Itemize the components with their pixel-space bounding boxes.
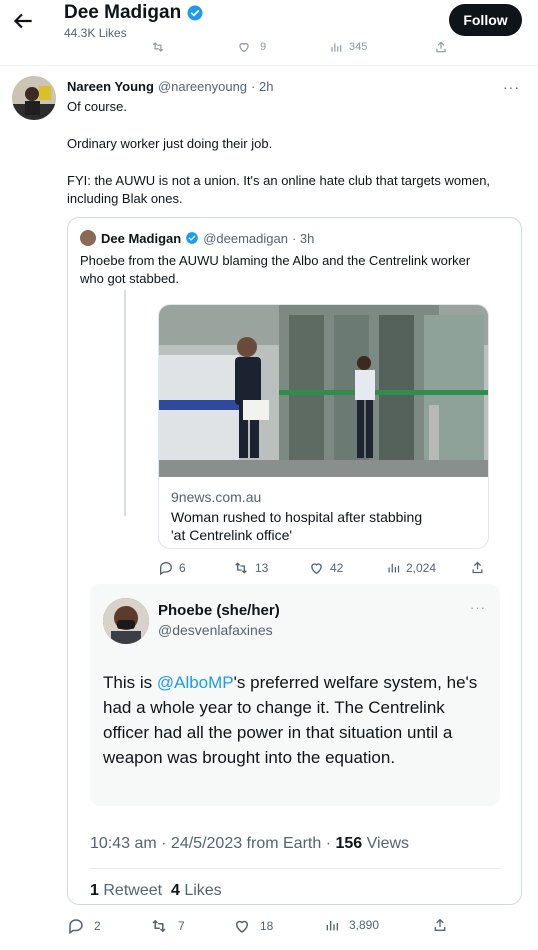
news-photo xyxy=(159,305,488,477)
views-icon xyxy=(326,921,338,931)
top-header: Dee Madigan 44.3K Likes Follow 9 345 xyxy=(0,0,538,66)
reply-icon xyxy=(69,919,83,935)
inner-timestamp: 10:43 am · 24/5/2023 from Earth · 156 Vi… xyxy=(90,835,409,853)
likes-number: 4 xyxy=(170,882,180,899)
verified-badge-icon xyxy=(186,4,204,22)
like-button[interactable]: 18 xyxy=(233,917,273,935)
retweet-button[interactable]: 7 xyxy=(149,917,185,935)
inner-reply: 6 xyxy=(158,560,186,576)
inner-retweet: 13 xyxy=(232,560,268,576)
like-count: 18 xyxy=(260,919,274,933)
retweet-count: 7 xyxy=(178,919,185,933)
likes-count: 44.3K Likes xyxy=(64,26,127,40)
tweet-action-bar: 2 7 18 3,890 xyxy=(67,917,522,937)
card-title-line: Woman rushed to hospital after stabbing xyxy=(171,509,423,525)
tweet-text-line: Of course. xyxy=(67,99,127,114)
inner-avatar xyxy=(103,598,149,644)
views-label: Views xyxy=(366,835,410,852)
reply-button[interactable]: 2 xyxy=(67,917,101,935)
inner-author-handle: @desvenlafaxines xyxy=(158,622,273,638)
link-preview-card: 9news.com.au Woman rushed to hospital af… xyxy=(158,304,489,549)
heart-icon xyxy=(235,920,249,933)
quote-time: · 3h xyxy=(291,230,315,246)
tweet-text-line: Ordinary worker just doing their job. xyxy=(67,136,273,151)
inner-tweet: Phoebe (she/her) @desvenlafaxines ··· Th… xyxy=(90,584,500,806)
inner-more-icon: ··· xyxy=(470,600,486,615)
likes-label: Likes xyxy=(184,882,222,899)
inner-text-before: This is xyxy=(103,673,157,692)
faded-views-count: 345 xyxy=(349,41,368,53)
faded-share-icon xyxy=(434,40,448,54)
faded-like: 9 xyxy=(236,40,266,54)
views-number: 156 xyxy=(335,835,363,852)
card-title: Woman rushed to hospital after stabbing … xyxy=(171,508,481,544)
faded-like-count: 9 xyxy=(260,41,267,53)
quoted-tweet[interactable]: Dee Madigan @deemadigan · 3h Phoebe from… xyxy=(67,217,522,905)
retweet-icon xyxy=(235,562,247,574)
share-icon[interactable] xyxy=(432,917,448,933)
inner-like-count: 42 xyxy=(330,561,344,575)
mention-link: @AlboMP xyxy=(156,673,234,692)
inner-share-icon xyxy=(470,560,485,575)
thread-line xyxy=(124,290,126,516)
tweet-text-line: FYI: the AUWU is not a union. It's an on… xyxy=(67,173,491,188)
profile-name-text: Dee Madigan xyxy=(64,2,182,23)
tweet-text-line: including Blak ones. xyxy=(67,191,183,206)
timestamp-text: 10:43 am · 24/5/2023 from Earth · xyxy=(90,835,332,852)
retweet-icon xyxy=(152,919,166,933)
back-arrow-icon[interactable] xyxy=(10,8,36,34)
quote-author-name: Dee Madigan xyxy=(101,230,182,246)
quote-header: Dee Madigan @deemadigan · 3h xyxy=(80,230,314,246)
card-domain: 9news.com.au xyxy=(171,489,262,505)
inner-views-count: 2,024 xyxy=(406,560,437,575)
retweet-label: Retweet xyxy=(103,882,163,899)
views-icon xyxy=(388,563,400,573)
quote-text-line: who got stabbed. xyxy=(80,271,180,286)
divider xyxy=(90,868,500,869)
inner-views: 2,024 xyxy=(386,560,436,575)
reply-icon xyxy=(160,562,172,576)
profile-name: Dee Madigan xyxy=(64,2,204,24)
inner-tweet-text: This is @AlboMP's preferred welfare syst… xyxy=(103,670,493,770)
inner-like: 42 xyxy=(308,560,343,576)
views-button[interactable]: 3,890 xyxy=(324,917,379,933)
quote-author-handle: @deemadigan xyxy=(203,230,288,246)
author-handle[interactable]: @nareenyoung xyxy=(158,79,247,94)
embedded-screenshot: 9news.com.au Woman rushed to hospital af… xyxy=(68,290,521,904)
faded-action-bar: 9 345 xyxy=(0,40,538,54)
follow-button[interactable]: Follow xyxy=(449,4,522,36)
retweet-number: 1 xyxy=(90,882,99,899)
author-name[interactable]: Nareen Young xyxy=(67,79,154,94)
author-avatar[interactable] xyxy=(12,76,56,120)
inner-author-name: Phoebe (she/her) xyxy=(158,602,280,619)
quote-text-line: Phoebe from the AUWU blaming the Albo an… xyxy=(80,253,471,268)
faded-views: 345 xyxy=(329,40,367,54)
views-count: 3,890 xyxy=(349,918,380,932)
quote-avatar xyxy=(80,230,96,246)
inner-retweet-count: 13 xyxy=(255,561,269,575)
inner-reply-count: 6 xyxy=(179,561,186,575)
heart-icon xyxy=(311,563,322,575)
verified-badge-icon xyxy=(185,231,199,245)
inner-action-bar: 6 13 42 2,024 xyxy=(158,560,498,578)
tweet-header: Nareen Young @nareenyoung · 2h xyxy=(67,79,273,94)
tweet-time[interactable]: · 2h xyxy=(251,79,273,94)
faded-retweet-icon xyxy=(150,40,166,54)
card-title-line: 'at Centrelink office' xyxy=(171,527,293,543)
engagement-summary: 1 Retweet 4 Likes xyxy=(90,882,222,900)
reply-count: 2 xyxy=(94,919,101,933)
more-options-icon[interactable]: ··· xyxy=(503,79,520,95)
